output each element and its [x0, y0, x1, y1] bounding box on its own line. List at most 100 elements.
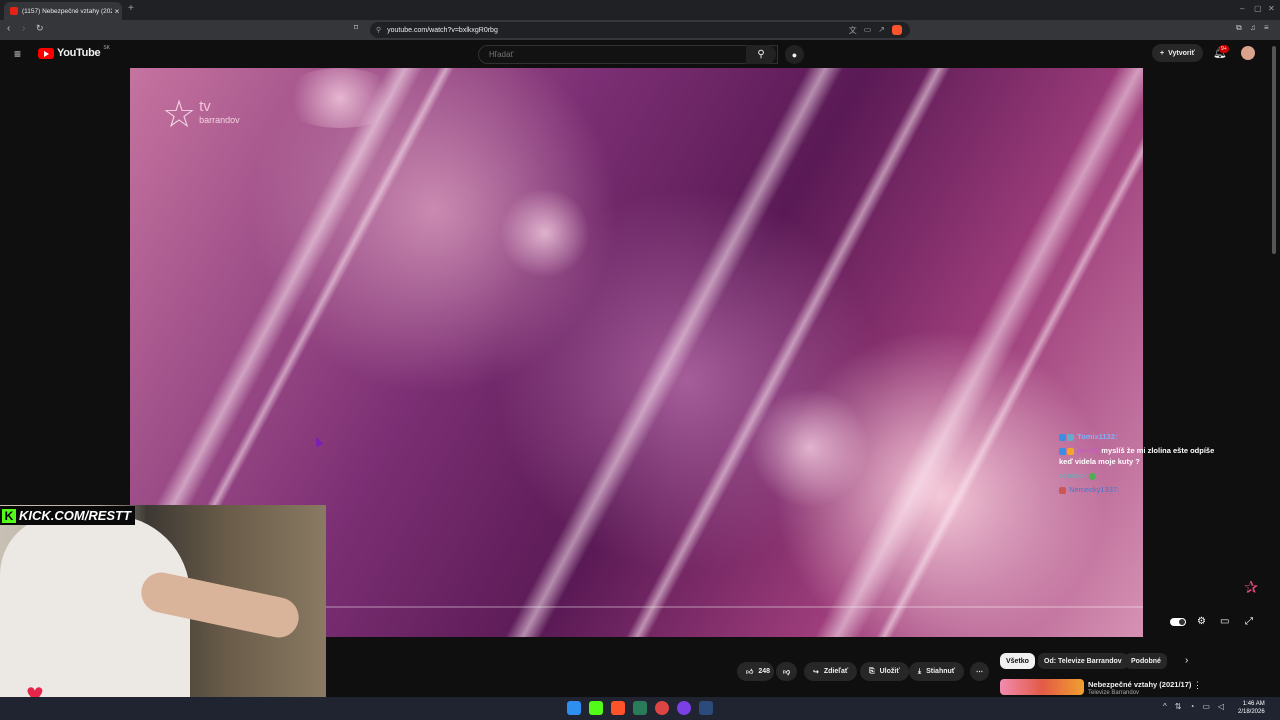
chat-username: Tomix1132: [1077, 432, 1118, 441]
pink-star-icon: ✰ [1244, 578, 1259, 597]
thumbs-down-icon: 👎︎ [783, 669, 791, 676]
chat-badge-icon [1059, 447, 1066, 455]
youtube-logo[interactable]: YouTube SK [38, 45, 110, 59]
voice-search-button[interactable]: ● [785, 45, 804, 64]
kick-url-text: KICK.COM/RESTT [19, 508, 131, 523]
reload-icon[interactable]: ↻ [36, 23, 44, 34]
url-text: youtube.com/watch?v=bxlkxgR0rbg [387, 26, 498, 34]
plus-icon: + [1160, 49, 1165, 57]
save-label: Uložiť [879, 668, 900, 675]
back-arrow-icon[interactable]: ‹ [7, 23, 10, 34]
steam-app-icon[interactable] [699, 701, 713, 715]
avatar[interactable] [1241, 46, 1255, 60]
address-bar[interactable]: ⚲ youtube.com/watch?v=bxlkxgR0rbg 文 ▭ ↗ [370, 22, 910, 38]
forward-arrow-icon[interactable]: › [22, 23, 25, 34]
theater-mode-icon[interactable]: ▭ [1220, 616, 1229, 627]
recommendation-title[interactable]: Nebezpečné vztahy (2021/17) [1088, 680, 1191, 689]
like-count: 248 [758, 668, 771, 675]
bookmark-save-icon: ⎘ [869, 667, 875, 675]
notification-badge: 9+ [1219, 45, 1229, 53]
chat-message: sepiako: [1059, 470, 1219, 481]
minimize-button[interactable]: – [1240, 4, 1244, 13]
browser-tab[interactable]: (1157) Nebezpečné vztahy (202... × [4, 2, 122, 20]
chat-badge-icon [1059, 486, 1066, 494]
share-page-icon[interactable]: ↗ [878, 25, 885, 36]
chevron-up-icon[interactable]: ^ [1163, 702, 1167, 711]
microphone-icon: ● [791, 49, 798, 60]
browser-menu-icon[interactable]: ≡ [1264, 23, 1269, 32]
new-tab-button[interactable]: + [128, 3, 134, 14]
tv-barrandov-logo: ☆ tv barrandov [162, 94, 240, 136]
volume-icon[interactable]: ◁ [1218, 702, 1224, 711]
page-scrollbar[interactable] [1272, 46, 1276, 254]
download-button[interactable]: ⤓ Stiahnuť [909, 662, 965, 681]
terminal-app-icon[interactable] [633, 701, 647, 715]
chat-username: sepiako: [1059, 471, 1087, 480]
chat-message: Nemecky1337: [1059, 484, 1219, 495]
video-progress-bar[interactable] [325, 606, 1143, 608]
chat-badge-icon [1067, 433, 1074, 441]
extensions-icon[interactable]: ⧉ [1236, 23, 1242, 33]
brave-browser-icon[interactable] [611, 701, 625, 715]
stream-chat-overlay: Tomix1132: olin38: myslíš že mi zlolina … [1059, 431, 1219, 498]
bookmark-icon[interactable]: ⌑ [354, 23, 358, 32]
media-icon[interactable]: ♫ [1250, 23, 1256, 32]
bokeh-light [750, 388, 870, 508]
chat-message: olin38: myslíš že mi zlolina ešte odpíše… [1059, 445, 1219, 467]
monitor-icon[interactable]: ▭ [1202, 702, 1210, 711]
cast-icon[interactable]: ▭ [864, 25, 872, 36]
like-button[interactable]: 👍︎ 248 [737, 662, 775, 681]
chat-badge-icon [1067, 447, 1074, 455]
share-button[interactable]: ↪ Zdieľať [804, 662, 858, 681]
more-icon: ⋯ [976, 668, 983, 676]
create-label: Vytvoriť [1168, 49, 1195, 57]
search-box[interactable]: ⌨ [478, 45, 778, 64]
chrome-app-icon[interactable] [655, 701, 669, 715]
fullscreen-icon[interactable]: ⤢ [1245, 616, 1253, 627]
site-info-icon[interactable]: ⚲ [376, 26, 381, 34]
recommendation-channel[interactable]: Televize Barrandov [1088, 690, 1139, 696]
brave-shield-icon[interactable] [892, 24, 902, 35]
recommendation-menu-icon[interactable]: ⋮ [1193, 680, 1202, 691]
hamburger-menu-icon[interactable]: ≡ [14, 47, 21, 61]
search-button[interactable]: ⚲ [746, 45, 776, 64]
streamer-webcam [0, 505, 326, 720]
chat-message: Tomix1132: [1059, 431, 1219, 442]
chat-username: Nemecky1337: [1069, 485, 1120, 494]
search-icon: ⚲ [757, 49, 765, 60]
save-button[interactable]: ⎘ Uložiť [860, 662, 909, 681]
chip-related[interactable]: Podobné [1125, 653, 1167, 669]
clock-date: 2/18/2026 [1238, 709, 1265, 715]
more-actions-button[interactable]: ⋯ [970, 662, 989, 681]
dislike-button[interactable]: 👎︎ [776, 662, 798, 681]
system-tray[interactable]: ^ ⇅ ◔ ▭ ◁ [1163, 702, 1224, 711]
logo-tv-text: tv [199, 98, 211, 115]
share-icon: ↪ [813, 668, 819, 676]
maximize-button[interactable]: ▢ [1254, 4, 1262, 13]
youtube-favicon-icon [10, 7, 18, 15]
obs-app-icon[interactable] [677, 701, 691, 715]
chevron-right-icon[interactable]: › [1185, 655, 1188, 666]
chat-badge-icon [1059, 433, 1066, 441]
windows-start-icon[interactable] [567, 701, 581, 715]
emote-icon [1089, 472, 1097, 480]
chip-from-channel[interactable]: Od: Televize Barrandov [1038, 653, 1128, 669]
mic-tray-icon[interactable]: ◔ [1189, 702, 1194, 711]
search-input[interactable] [487, 49, 721, 60]
close-window-button[interactable]: ✕ [1268, 4, 1275, 13]
autoplay-toggle[interactable] [1170, 618, 1186, 626]
taskbar-clock[interactable]: 1:46 AM 2/18/2026 [1238, 700, 1265, 716]
logo-brand-text: barrandov [199, 115, 240, 125]
tab-title: (1157) Nebezpečné vztahy (202... [22, 7, 112, 15]
translate-icon[interactable]: 文 [849, 25, 857, 36]
settings-gear-icon[interactable]: ⚙ [1197, 616, 1206, 627]
youtube-play-icon [38, 47, 54, 59]
recommendation-thumbnail[interactable] [1000, 679, 1084, 695]
kick-banner: K KICK.COM/RESTT [0, 506, 135, 525]
create-button[interactable]: + Vytvoriť [1152, 44, 1203, 62]
kick-app-icon[interactable] [589, 701, 603, 715]
star-logo-icon: ☆ [162, 94, 197, 136]
tab-close-button[interactable]: × [112, 7, 122, 16]
network-icon[interactable]: ⇅ [1175, 702, 1182, 711]
chip-all[interactable]: Všetko [1000, 653, 1035, 669]
